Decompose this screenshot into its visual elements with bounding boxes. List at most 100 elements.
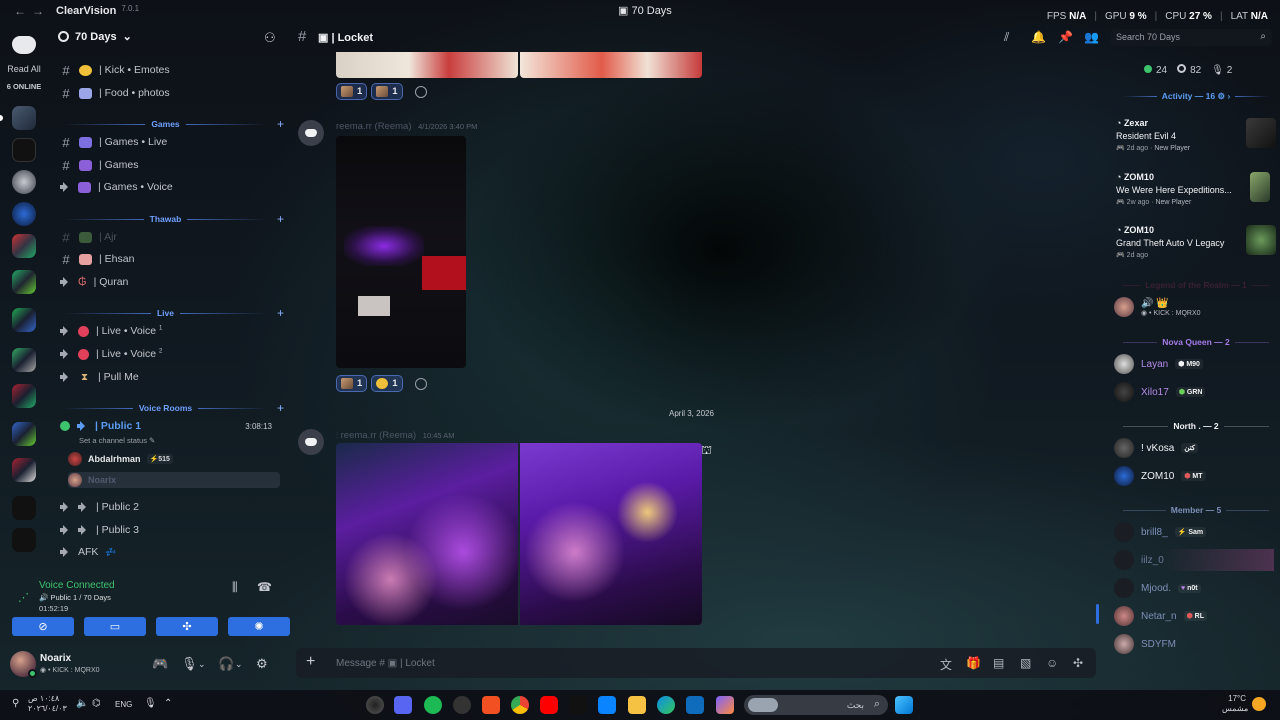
emoji-reaction-shortcut-icon[interactable]: ⛫ — [701, 443, 712, 459]
image-attachment[interactable] — [336, 443, 518, 625]
image-attachment[interactable] — [520, 52, 702, 78]
voice-channel-info[interactable]: 🔊 Public 1 / 70 Days — [39, 593, 111, 602]
voice-user-self[interactable]: Noarix — [68, 472, 280, 488]
system-clock[interactable]: ١٠:٤٨ ص ٢٠٢٦/٠٤/٠٣ — [28, 694, 67, 714]
server-icon[interactable] — [12, 106, 36, 130]
add-channel-icon[interactable]: + — [277, 306, 284, 320]
server-folder-icon[interactable] — [12, 348, 36, 372]
soundboard-button[interactable]: ✺ — [228, 617, 290, 636]
chevron-up-icon[interactable]: ⌃ — [164, 698, 172, 709]
volume-icon[interactable]: 🔈 — [76, 698, 88, 709]
activity-header[interactable]: Activity — 16 ⚙ › — [1118, 90, 1274, 102]
member-list-icon[interactable]: 👥 — [1084, 30, 1099, 44]
member-row[interactable]: Netar_n ⬢ RL — [1114, 605, 1274, 627]
location-icon[interactable]: ⚲ — [12, 698, 19, 709]
server-icon[interactable] — [12, 138, 36, 162]
add-reaction-icon[interactable] — [414, 377, 427, 390]
gear-icon[interactable]: ⚙ — [1217, 91, 1225, 102]
channel-ehsan[interactable]: # | Ehsan — [60, 249, 284, 269]
discord-app-icon[interactable] — [394, 696, 412, 714]
image-attachment[interactable] — [520, 443, 702, 625]
reaction-button[interactable]: 1 — [336, 375, 368, 392]
channel-food-photos[interactable]: # | Food • photos — [60, 83, 284, 103]
category-thawab[interactable]: Thawab + — [58, 212, 284, 226]
message-avatar[interactable] — [298, 429, 324, 455]
windows-start-icon[interactable] — [895, 696, 913, 714]
chevron-down-icon[interactable]: ⌄ — [235, 659, 243, 670]
channel-kick-emotes[interactable]: # | Kick • Emotes — [60, 60, 284, 80]
file-explorer-icon[interactable] — [628, 696, 646, 714]
channel-ajr[interactable]: # | Ajr — [60, 227, 284, 247]
channel-public-3[interactable]: | Public 3 — [60, 520, 284, 540]
youtube-app-icon[interactable] — [540, 696, 558, 714]
scrollbar[interactable] — [1096, 604, 1099, 624]
set-channel-status[interactable]: Set a channel status ✎ — [79, 436, 155, 445]
channel-public-2[interactable]: | Public 2 — [60, 497, 284, 517]
invite-people-icon[interactable]: ⚇ — [264, 30, 276, 46]
voice-user[interactable]: Abdalrhman ⚡515 — [68, 451, 173, 467]
settings-gear-icon[interactable]: ⚙ — [256, 656, 268, 672]
network-icon[interactable]: ⌬ — [92, 698, 101, 709]
translate-icon[interactable]: ⽂ — [940, 656, 952, 673]
message-avatar[interactable] — [298, 120, 324, 146]
member-row[interactable]: Mjood. ♥ n0t — [1114, 577, 1274, 599]
server-folder-icon[interactable] — [12, 270, 36, 294]
channel-games[interactable]: # | Games — [60, 155, 284, 175]
microphone-icon[interactable]: 🎙 — [181, 656, 198, 672]
server-folder-icon[interactable] — [12, 384, 36, 408]
weather-widget[interactable]: 17°C مشمس — [1222, 694, 1248, 714]
threads-icon[interactable]: ⫽ — [1004, 30, 1009, 45]
message-author[interactable]: reema.rr (Reema) — [336, 121, 412, 132]
reaction-button[interactable]: 1 — [371, 375, 403, 392]
server-folder-icon[interactable] — [12, 422, 36, 446]
message-composer[interactable]: + Message # ▣ | Locket ⽂ 🎁 ▤ ▧ ☺ ✣ — [296, 648, 1096, 678]
sticker-icon[interactable]: ▧ — [1020, 656, 1031, 670]
member-row[interactable]: brill8_ ⚡ Sam — [1114, 521, 1274, 543]
headphones-icon[interactable]: 🎧 — [218, 656, 234, 672]
channel-public-1[interactable]: | Public 1 3:08:13 — [60, 416, 284, 436]
edge-app-icon[interactable] — [657, 696, 675, 714]
activity-card[interactable]: ◔ ZOM10 We Were Here Expeditions... 🎮 2w… — [1116, 172, 1270, 206]
copilot-app-icon[interactable] — [716, 696, 734, 714]
discord-home-icon[interactable] — [12, 36, 36, 54]
server-icon[interactable] — [12, 528, 36, 552]
category-live[interactable]: Live + — [58, 306, 284, 320]
category-games[interactable]: Games + — [58, 117, 284, 131]
server-icon[interactable] — [12, 170, 36, 194]
member-row[interactable]: iilz_0 — [1114, 549, 1274, 571]
microphone-icon[interactable]: 🎙 — [144, 698, 157, 709]
gift-icon[interactable]: 🎁 — [966, 656, 981, 670]
channel-pull-me[interactable]: ⧗ | Pull Me — [60, 367, 284, 387]
controller-icon[interactable]: 🎮 — [152, 656, 168, 672]
add-channel-icon[interactable]: + — [277, 401, 284, 415]
soundboard-icon[interactable]: ⫼ — [232, 580, 238, 595]
tiktok-app-icon[interactable] — [569, 696, 587, 714]
add-reaction-icon[interactable] — [414, 85, 427, 98]
outlook-app-icon[interactable] — [686, 696, 704, 714]
chrome-app-icon[interactable] — [511, 696, 529, 714]
activities-button[interactable]: ✣ — [156, 617, 218, 636]
disconnect-icon[interactable]: ☎ — [257, 580, 272, 594]
member-row[interactable]: ZOM10 ⬢ MT — [1114, 465, 1274, 487]
spotify-app-icon[interactable] — [424, 696, 442, 714]
add-channel-icon[interactable]: + — [277, 117, 284, 131]
member-row[interactable]: ! vKosa كتن — [1114, 437, 1274, 459]
user-name[interactable]: Noarix — [40, 653, 71, 664]
chevron-right-icon[interactable]: › — [1227, 91, 1230, 101]
history-nav-arrows[interactable]: ←→ — [14, 4, 50, 18]
server-icon[interactable] — [12, 496, 36, 520]
brave-app-icon[interactable] — [482, 696, 500, 714]
notification-bell-icon[interactable]: 🔔 — [1031, 30, 1046, 44]
image-attachment[interactable] — [336, 136, 466, 368]
member-row[interactable]: 🔊 👑 ◉ • KICK : MQRX0 — [1114, 296, 1274, 318]
category-voice-rooms[interactable]: Voice Rooms + — [58, 401, 284, 415]
member-row[interactable]: SDYFM — [1114, 633, 1274, 655]
apps-icon[interactable]: ✣ — [1073, 656, 1083, 670]
image-attachment[interactable] — [336, 52, 518, 78]
server-header[interactable]: 70 Days ⌄ — [58, 30, 132, 43]
channel-games-live[interactable]: # | Games • Live — [60, 132, 284, 152]
member-row[interactable]: Xilo17 ⬢ GRN — [1114, 381, 1274, 403]
server-folder-icon[interactable] — [12, 234, 36, 258]
server-folder-icon[interactable] — [12, 458, 36, 482]
server-icon[interactable] — [12, 202, 36, 226]
